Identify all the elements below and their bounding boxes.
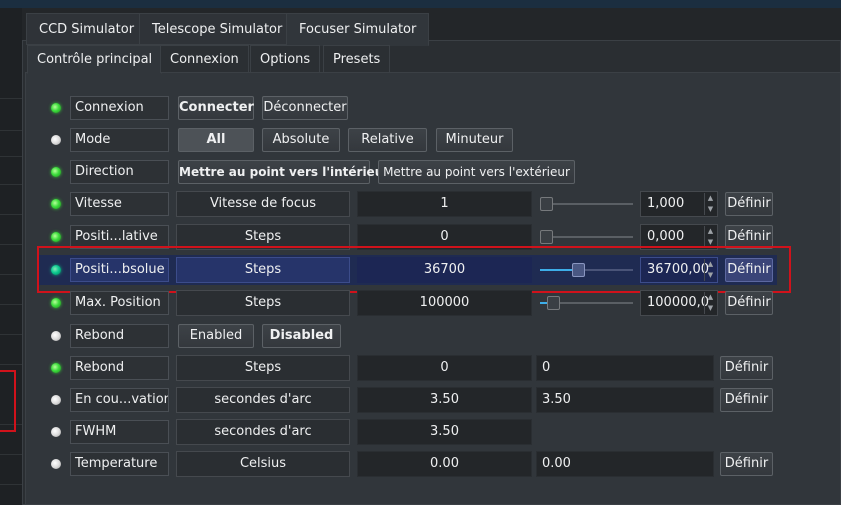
tab-presets[interactable]: Presets [323,45,391,73]
backlash-input[interactable]: 0 [536,355,714,381]
status-led [51,427,61,437]
status-led [51,331,61,341]
tab-ccd-simulator[interactable]: CCD Simulator [26,13,148,45]
backlash-enabled-button[interactable]: Enabled [178,324,254,348]
seeing-set-button[interactable]: Définir [720,388,773,412]
mode-timer-button[interactable]: Minuteur [436,128,513,152]
status-led [51,363,61,373]
tab-telescope-simulator[interactable]: Telescope Simulator [139,13,296,45]
backlash-set-button[interactable]: Définir [720,356,773,380]
annotation-mark [0,370,16,432]
max-position-value: 100000 [357,290,532,316]
window-top-strip [0,0,841,8]
row-label-seeing: En cou...vation [70,388,169,412]
row-label-backlash: Rebond [70,356,169,380]
status-led [51,459,61,469]
status-led [51,167,61,177]
row-label-connexion: Connexion [70,96,169,120]
tab-focuser-simulator[interactable]: Focuser Simulator [286,13,430,46]
max-position-spinbox[interactable]: 100000,0 ▲ ▼ [640,290,718,316]
max-position-name-field: Steps [176,290,350,316]
status-led [51,232,61,242]
backlash-disabled-button[interactable]: Disabled [262,324,341,348]
fwhm-value: 3.50 [357,419,532,445]
max-position-spin-value: 100000,0 [647,295,710,310]
speed-slider[interactable] [535,191,633,217]
status-led [51,199,61,209]
focus-outward-button[interactable]: Mettre au point vers l'extérieur [378,160,575,184]
backlash-value: 0 [357,355,532,381]
mode-all-button[interactable]: All [178,128,254,152]
connect-button[interactable]: Connecter [178,96,254,120]
speed-value: 1 [357,191,532,217]
max-position-set-button[interactable]: Définir [725,291,773,315]
row-label-temperature: Temperature [70,452,169,476]
row-label-direction: Direction [70,160,169,184]
seeing-name-field: secondes d'arc [176,387,350,413]
temperature-value: 0.00 [357,451,532,477]
speed-set-button[interactable]: Définir [725,192,773,216]
temperature-input[interactable]: 0.00 [536,451,714,477]
left-side-panel [0,8,22,505]
row-label-max-position: Max. Position [70,291,169,315]
focus-inward-button[interactable]: Mettre au point vers l'intérieur [178,160,389,184]
row-label-backlash-toggle: Rebond [70,324,169,348]
temperature-name-field: Celsius [176,451,350,477]
max-position-slider[interactable] [535,290,633,316]
tab-main-control[interactable]: Contrôle principal [27,45,163,74]
disconnect-button[interactable]: Déconnecter [262,96,348,120]
mode-absolute-button[interactable]: Absolute [262,128,340,152]
relative-position-spin-value: 0,000 [647,229,685,244]
tab-options[interactable]: Options [250,45,321,73]
row-label-fwhm: FWHM [70,420,169,444]
mode-relative-button[interactable]: Relative [348,128,427,152]
backlash-name-field: Steps [176,355,350,381]
annotation-highlight-box [37,246,791,293]
temperature-set-button[interactable]: Définir [720,452,773,476]
seeing-value: 3.50 [357,387,532,413]
speed-spin-value: 1,000 [647,196,685,211]
speed-name-field: Vitesse de focus [176,191,350,217]
row-label-mode: Mode [70,128,169,152]
row-label-speed: Vitesse [70,192,169,216]
fwhm-name-field: secondes d'arc [176,419,350,445]
speed-spinbox[interactable]: 1,000 ▲ ▼ [640,191,718,217]
status-led [51,135,61,145]
tab-connection[interactable]: Connexion [160,45,249,73]
seeing-input[interactable]: 3.50 [536,387,714,413]
status-led [51,395,61,405]
status-led [51,298,61,308]
status-led [51,103,61,113]
